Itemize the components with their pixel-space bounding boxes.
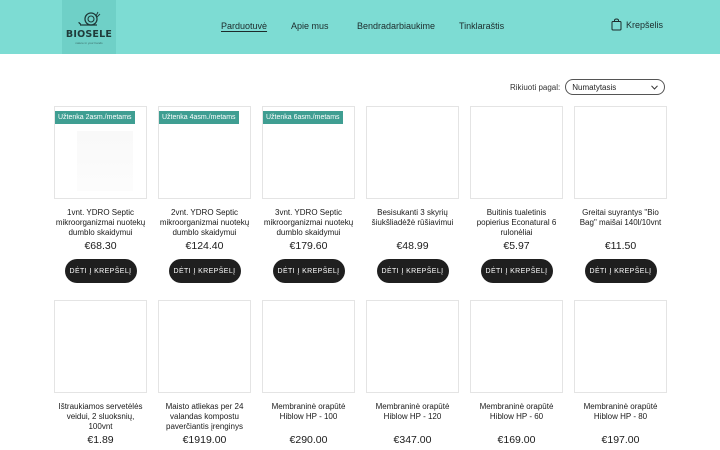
- product-image[interactable]: Užtenka 4asm./metams: [158, 106, 251, 199]
- product-image[interactable]: [158, 300, 251, 393]
- product-title[interactable]: Greitai suyrantys "Bio Bag" maišai 140l/…: [574, 208, 667, 239]
- product-price: €68.30: [84, 240, 117, 252]
- product-image[interactable]: Užtenka 6asm./metams: [262, 106, 355, 199]
- product-title[interactable]: Membraninė orapūtė Hiblow HP - 120: [366, 402, 459, 433]
- site-header: BIOSELE nature in your hands Parduotuvė …: [0, 0, 720, 54]
- product-badge: Užtenka 4asm./metams: [159, 111, 239, 124]
- product-title[interactable]: Ištraukiamos servetėlės veidui, 2 sluoks…: [54, 402, 147, 433]
- product-image[interactable]: [574, 106, 667, 199]
- shopping-bag-icon: [611, 18, 622, 31]
- product-image[interactable]: [54, 300, 147, 393]
- product-image-placeholder: [77, 131, 133, 191]
- product-title[interactable]: Maisto atliekas per 24 valandas kompostu…: [158, 402, 251, 433]
- add-to-cart-button[interactable]: DĖTI Į KREPŠELĮ: [376, 259, 449, 283]
- product-image[interactable]: Užtenka 2asm./metams: [54, 106, 147, 199]
- product-title[interactable]: Membraninė orapūtė Hiblow HP - 60: [470, 402, 563, 433]
- brand-logo[interactable]: BIOSELE nature in your hands: [62, 0, 116, 54]
- sort-label: Rikiuoti pagal:: [510, 82, 561, 92]
- product-title[interactable]: Besisukanti 3 skyrių šiukšliadėžė rūšiav…: [366, 208, 459, 239]
- sort-control: Rikiuoti pagal: Numatytasis: [510, 79, 666, 95]
- product-card: Membraninė orapūtė Hiblow HP - 60 €169.0…: [470, 300, 563, 446]
- product-badge: Užtenka 2asm./metams: [55, 111, 135, 124]
- nav-item-about[interactable]: Apie mus: [291, 21, 329, 31]
- product-card: Užtenka 6asm./metams 3vnt. YDRO Septic m…: [262, 106, 355, 283]
- add-to-cart-button[interactable]: DĖTI Į KREPŠELĮ: [64, 259, 137, 283]
- nav-item-cooperate[interactable]: Bendradarbiaukime: [357, 21, 435, 31]
- add-to-cart-button[interactable]: DĖTI Į KREPŠELĮ: [480, 259, 553, 283]
- chevron-down-icon: [651, 84, 659, 90]
- product-image[interactable]: [366, 106, 459, 199]
- brand-name: BIOSELE: [65, 28, 113, 40]
- product-card: Buitinis tualetinis popierius Econatural…: [470, 106, 563, 283]
- sort-selected-value: Numatytasis: [572, 82, 617, 92]
- product-price: €1919.00: [182, 434, 227, 446]
- product-card: Užtenka 4asm./metams 2vnt. YDRO Septic m…: [158, 106, 251, 283]
- product-card: Membraninė orapūtė Hiblow HP - 100 €290.…: [262, 300, 355, 446]
- product-title[interactable]: 1vnt. YDRO Septic mikroorganizmai nuotek…: [54, 208, 147, 239]
- nav-item-blog[interactable]: Tinklaraštis: [459, 21, 504, 31]
- cart-link[interactable]: Krepšelis: [611, 18, 663, 31]
- product-title[interactable]: 2vnt. YDRO Septic mikroorganizmai nuotek…: [158, 208, 251, 239]
- product-price: €290.00: [289, 434, 328, 446]
- product-title[interactable]: Membraninė orapūtė Hiblow HP - 100: [262, 402, 355, 433]
- product-price: €179.60: [289, 240, 328, 252]
- product-card: Membraninė orapūtė Hiblow HP - 80 €197.0…: [574, 300, 667, 446]
- product-card: Besisukanti 3 skyrių šiukšliadėžė rūšiav…: [366, 106, 459, 283]
- product-card: Užtenka 2asm./metams 1vnt. YDRO Septic m…: [54, 106, 147, 283]
- product-card: Maisto atliekas per 24 valandas kompostu…: [158, 300, 251, 446]
- product-price: €169.00: [497, 434, 536, 446]
- add-to-cart-button[interactable]: DĖTI Į KREPŠELĮ: [168, 259, 241, 283]
- product-price: €11.50: [604, 240, 637, 252]
- add-to-cart-button[interactable]: DĖTI Į KREPŠELĮ: [584, 259, 657, 283]
- product-price: €5.97: [503, 240, 530, 252]
- product-price: €124.40: [185, 240, 224, 252]
- product-image[interactable]: [262, 300, 355, 393]
- snail-icon: [78, 11, 101, 26]
- cart-label: Krepšelis: [626, 19, 664, 30]
- sort-select[interactable]: Numatytasis: [565, 79, 666, 95]
- product-image[interactable]: [366, 300, 459, 393]
- product-price: €347.00: [393, 434, 432, 446]
- add-to-cart-button[interactable]: DĖTI Į KREPŠELĮ: [272, 259, 345, 283]
- product-image[interactable]: [574, 300, 667, 393]
- product-title[interactable]: Membraninė orapūtė Hiblow HP - 80: [574, 402, 667, 433]
- nav-item-shop[interactable]: Parduotuvė: [221, 21, 267, 31]
- product-title[interactable]: 3vnt. YDRO Septic mikroorganizmai nuotek…: [262, 208, 355, 239]
- product-image[interactable]: [470, 106, 563, 199]
- product-price: €1.89: [87, 434, 114, 446]
- product-badge: Užtenka 6asm./metams: [263, 111, 343, 124]
- brand-tagline: nature in your hands: [75, 40, 103, 45]
- product-price: €197.00: [601, 434, 640, 446]
- product-image[interactable]: [470, 300, 563, 393]
- product-card: Greitai suyrantys "Bio Bag" maišai 140l/…: [574, 106, 667, 283]
- product-price: €48.99: [396, 240, 429, 252]
- product-card: Membraninė orapūtė Hiblow HP - 120 €347.…: [366, 300, 459, 446]
- product-title[interactable]: Buitinis tualetinis popierius Econatural…: [470, 208, 563, 239]
- product-card: Ištraukiamos servetėlės veidui, 2 sluoks…: [54, 300, 147, 446]
